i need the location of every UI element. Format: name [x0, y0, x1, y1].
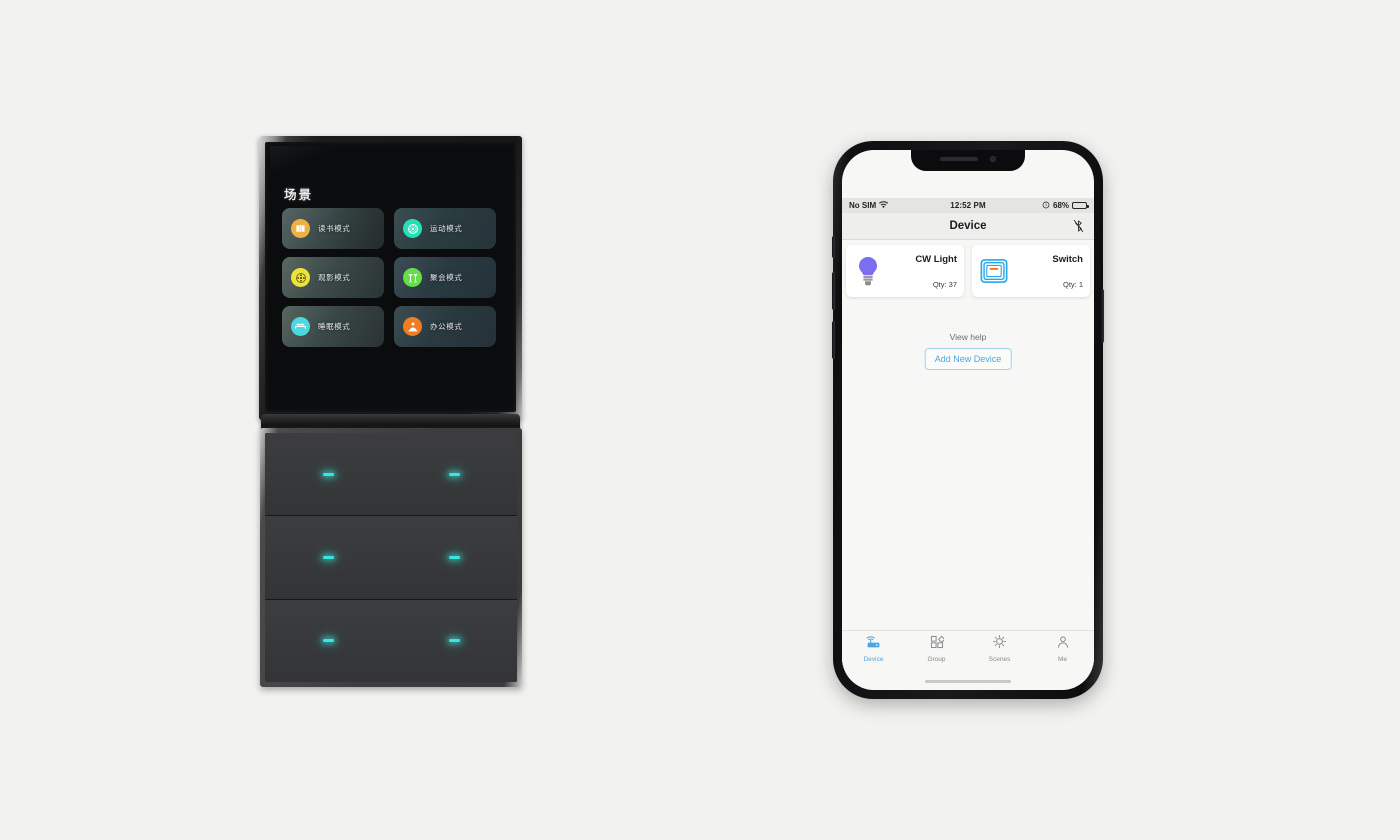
bluetooth-off-icon[interactable]: [1073, 219, 1084, 238]
switch-row: [265, 516, 517, 600]
scene-tile-reading[interactable]: 读书模式: [282, 208, 384, 249]
bed-icon: [291, 317, 310, 336]
status-bar-right: 68%: [986, 201, 1089, 211]
tab-label: Device: [863, 655, 884, 663]
status-bar-left: No SIM: [849, 200, 950, 211]
bottom-tab-bar: Device Group Scenes Me: [842, 630, 1094, 666]
device-name: Switch: [1052, 254, 1083, 265]
page-title: Device: [949, 220, 987, 232]
panel-screen-module: 场景 读书模式 运动模式 观影模式 聚会模式 睡眠模式 办公模式: [259, 136, 522, 420]
switch-button-grid: [265, 433, 517, 682]
scene-tile-office[interactable]: 办公模式: [394, 306, 496, 347]
phone-screen: No SIM 12:52 PM 68% Device CW Light Qty:…: [842, 150, 1094, 690]
scene-grid: 读书模式 运动模式 观影模式 聚会模式 睡眠模式 办公模式: [282, 208, 496, 347]
smart-scene-panel: 场景 读书模式 运动模式 观影模式 聚会模式 睡眠模式 办公模式: [259, 136, 524, 688]
device-qty: Qty: 1: [1062, 280, 1083, 289]
switch-button-3[interactable]: [265, 516, 391, 598]
switch-button-1[interactable]: [265, 433, 391, 515]
home-indicator[interactable]: [925, 679, 1011, 683]
scene-tile-party[interactable]: 聚会模式: [394, 257, 496, 298]
tab-me[interactable]: Me: [1031, 631, 1094, 666]
sports-ball-icon: [403, 219, 422, 238]
add-new-device-button[interactable]: Add New Device: [924, 348, 1012, 370]
film-reel-icon: [291, 268, 310, 287]
tab-label: Scenes: [988, 656, 1011, 663]
device-name: CW Light: [915, 254, 957, 265]
person-desk-icon: [403, 317, 422, 336]
scene-label: 观影模式: [318, 273, 351, 282]
switch-button-5[interactable]: [265, 600, 391, 682]
silent-switch-button[interactable]: [832, 236, 835, 258]
switch-row: [265, 433, 517, 517]
view-help-link[interactable]: View help: [842, 332, 1094, 342]
scene-tile-sports[interactable]: 运动模式: [394, 208, 496, 249]
phone-mockup: No SIM 12:52 PM 68% Device CW Light Qty:…: [832, 141, 1104, 699]
switch-button-2[interactable]: [391, 433, 517, 515]
battery-icon: [1072, 201, 1089, 210]
panel-switch-module: [260, 428, 522, 687]
status-bar: No SIM 12:52 PM 68%: [842, 198, 1094, 213]
volume-up-button[interactable]: [832, 272, 835, 310]
scene-label: 睡眠模式: [318, 322, 351, 331]
scene-tile-movie[interactable]: 观影模式: [282, 257, 384, 298]
scene-label: 聚会模式: [430, 273, 463, 282]
tab-label: Group: [927, 655, 946, 663]
tab-device[interactable]: Device: [842, 631, 905, 666]
device-card-switch[interactable]: Switch Qty: 1: [972, 245, 1090, 297]
front-camera-icon: [990, 156, 996, 162]
sun-icon: [992, 634, 1007, 654]
power-button[interactable]: [1101, 289, 1104, 343]
book-icon: [291, 219, 310, 238]
tab-group[interactable]: Group: [905, 631, 968, 666]
switch-led-indicator: [448, 555, 460, 559]
switch-button-6[interactable]: [391, 600, 517, 682]
wall-switch-icon: [979, 259, 1009, 283]
phone-notch: [911, 150, 1025, 171]
tab-label: Me: [1057, 655, 1068, 663]
person-icon: [1056, 635, 1070, 654]
cocktail-glasses-icon: [403, 268, 422, 287]
panel-touchscreen[interactable]: 场景 读书模式 运动模式 观影模式 聚会模式 睡眠模式 办公模式: [270, 146, 511, 407]
switch-row: [265, 599, 517, 682]
switch-led-indicator: [448, 472, 460, 476]
scene-label: 办公模式: [430, 322, 463, 331]
device-card-text: CW Light Qty: 37: [883, 245, 957, 297]
switch-led-indicator: [322, 639, 334, 643]
switch-led-indicator: [448, 639, 460, 643]
device-card-list: CW Light Qty: 37 Switch Qty: 1: [842, 245, 1094, 297]
volume-down-button[interactable]: [832, 321, 835, 359]
switch-led-indicator: [322, 555, 334, 559]
router-hub-icon: [866, 635, 881, 654]
light-bulb-icon: [853, 256, 883, 286]
battery-percent-label: 68%: [1053, 201, 1070, 210]
switch-led-indicator: [322, 472, 334, 476]
tab-scenes[interactable]: Scenes: [968, 631, 1031, 666]
scene-label: 运动模式: [430, 224, 463, 233]
panel-title: 场景: [284, 188, 314, 202]
device-card-text: Switch Qty: 1: [1009, 245, 1083, 297]
status-bar-time: 12:52 PM: [950, 201, 986, 210]
grid-squares-icon: [930, 635, 945, 654]
scene-tile-sleep[interactable]: 睡眠模式: [282, 306, 384, 347]
phone-frame: No SIM 12:52 PM 68% Device CW Light Qty:…: [832, 141, 1104, 699]
device-qty: Qty: 37: [932, 280, 957, 289]
device-card-cw-light[interactable]: CW Light Qty: 37: [846, 245, 964, 297]
wifi-icon: [879, 200, 889, 211]
panel-screen-bezel: 场景 读书模式 运动模式 观影模式 聚会模式 睡眠模式 办公模式: [265, 142, 516, 412]
carrier-label: No SIM: [849, 201, 877, 210]
rotation-lock-icon: [1042, 201, 1050, 211]
navigation-bar: Device: [842, 213, 1094, 240]
earpiece-speaker: [940, 157, 978, 161]
scene-label: 读书模式: [318, 224, 351, 233]
switch-button-4[interactable]: [391, 516, 517, 598]
